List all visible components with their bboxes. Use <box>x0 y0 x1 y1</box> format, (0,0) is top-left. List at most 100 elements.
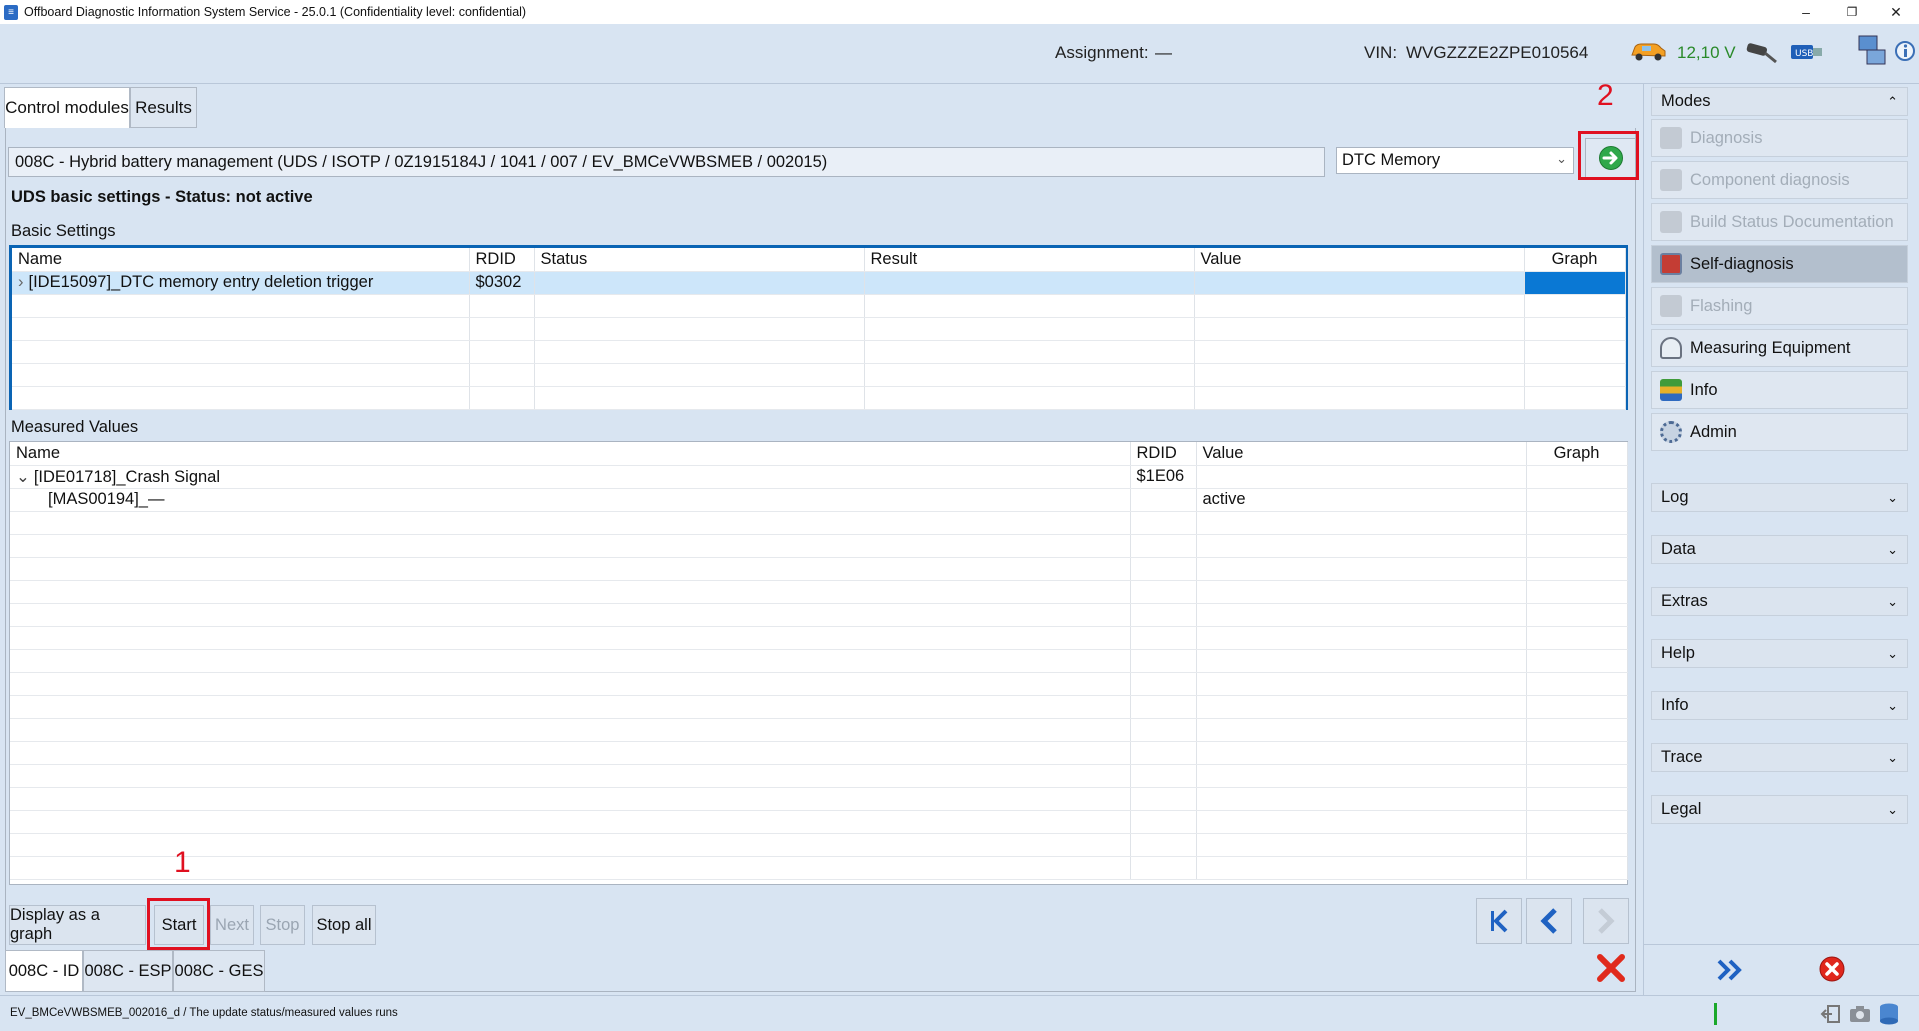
mode-measuring-equipment[interactable]: Measuring Equipment <box>1651 329 1908 367</box>
measured-values-label: Measured Values <box>11 418 139 436</box>
arrow-right-icon <box>1598 908 1615 934</box>
table-row-empty <box>10 741 1628 765</box>
gear-icon <box>1660 421 1682 443</box>
status-text: EV_BMCeVWBSMEB_002016_d / The update sta… <box>10 1007 398 1019</box>
modes-header[interactable]: Modes ⌃ <box>1651 87 1908 116</box>
table-row-empty <box>10 764 1628 788</box>
section-legal[interactable]: Legal ⌄ <box>1651 795 1908 824</box>
table-row-empty <box>10 534 1628 558</box>
basic-settings-label: Basic Settings <box>11 222 116 240</box>
expand-arrow-icon[interactable]: › <box>18 273 24 291</box>
section-info[interactable]: Info ⌄ <box>1651 691 1908 720</box>
table-row[interactable]: › [IDE15097]_DTC memory entry deletion tr… <box>12 271 1626 295</box>
close-window-button[interactable]: ✕ <box>1873 0 1919 24</box>
rdid-cell: $1E06 <box>1130 465 1197 489</box>
control-module-field[interactable]: 008C - Hybrid battery management (UDS / … <box>8 147 1325 177</box>
table-row-empty <box>10 672 1628 696</box>
double-chevron-right-icon <box>1717 959 1742 981</box>
sidebar-footer <box>1643 944 1919 995</box>
close-module-button[interactable] <box>1595 952 1627 986</box>
logout-icon[interactable] <box>1820 1004 1842 1027</box>
chevron-down-icon: ⌄ <box>1887 645 1898 661</box>
table-header-row: Name RDID Status Result Value Graph <box>12 248 1626 272</box>
annotation-highlight-start <box>147 898 210 950</box>
exit-button[interactable] <box>1818 955 1850 987</box>
column-header[interactable]: Value <box>1196 442 1527 466</box>
tab-control-modules[interactable]: Control modules <box>4 87 130 128</box>
column-header[interactable]: Graph <box>1526 442 1628 466</box>
table-row[interactable]: ⌄ [IDE01718]_Crash Signal $1E06 <box>10 465 1628 489</box>
assignment-label: Assignment: <box>1055 43 1149 62</box>
info-icon[interactable] <box>1894 40 1916 69</box>
annotation-highlight-go <box>1578 131 1639 180</box>
section-extras[interactable]: Extras ⌄ <box>1651 587 1908 616</box>
section-help[interactable]: Help ⌄ <box>1651 639 1908 668</box>
flash-icon <box>1660 295 1682 317</box>
mode-admin[interactable]: Admin <box>1651 413 1908 451</box>
display-as-graph-button[interactable]: Display as a graph <box>9 905 146 945</box>
section-data[interactable]: Data ⌄ <box>1651 535 1908 564</box>
table-row-empty <box>10 603 1628 627</box>
section-log[interactable]: Log ⌄ <box>1651 483 1908 512</box>
next-page-button[interactable] <box>1583 898 1629 944</box>
mode-info[interactable]: Info <box>1651 371 1908 409</box>
table-row-empty <box>12 386 1626 410</box>
assignment-value: — <box>1155 43 1172 62</box>
book-icon <box>1660 253 1682 275</box>
mode-component-diagnosis[interactable]: Component diagnosis <box>1651 161 1908 199</box>
forward-button[interactable] <box>1710 952 1750 988</box>
column-header[interactable]: Result <box>864 248 1195 272</box>
database-icon[interactable] <box>1878 1002 1900 1029</box>
window-title-bar: ≡ Offboard Diagnostic Information System… <box>0 0 1919 24</box>
column-header[interactable]: Name <box>10 442 1131 466</box>
column-header[interactable]: Graph <box>1524 248 1626 272</box>
column-header[interactable]: Value <box>1194 248 1525 272</box>
red-x-icon <box>1597 954 1625 982</box>
network-computer-icon <box>1857 34 1889 73</box>
first-page-button[interactable] <box>1476 898 1522 944</box>
window-title: Offboard Diagnostic Information System S… <box>24 5 527 19</box>
vin-value: WVGZZZE2ZPE010564 <box>1406 43 1589 62</box>
chevron-up-icon: ⌃ <box>1887 93 1898 109</box>
function-dropdown[interactable]: DTC Memory ⌄ <box>1336 147 1574 174</box>
column-header[interactable]: Name <box>12 248 470 272</box>
bottom-tab-ges[interactable]: 008C - GES <box>173 950 265 992</box>
mode-flashing[interactable]: Flashing <box>1651 287 1908 325</box>
result-cell <box>864 271 1195 295</box>
mode-self-diagnosis[interactable]: Self-diagnosis <box>1651 245 1908 283</box>
battery-voltage: 12,10 V <box>1677 43 1736 62</box>
bottom-tab-esp[interactable]: 008C - ESP <box>83 950 173 992</box>
graph-cell[interactable] <box>1526 465 1628 489</box>
table-row-empty <box>10 649 1628 673</box>
column-header[interactable]: RDID <box>1130 442 1197 466</box>
table-row-empty <box>10 557 1628 581</box>
basic-settings-table: Name RDID Status Result Value Graph › [ID… <box>12 248 1626 410</box>
column-header[interactable]: Status <box>534 248 865 272</box>
vehicle-icon <box>1628 37 1668 68</box>
minimize-button[interactable]: – <box>1783 0 1829 24</box>
usb-icon: USB <box>1790 41 1824 68</box>
status-cell <box>534 271 865 295</box>
next-button[interactable]: Next <box>210 905 254 945</box>
previous-button[interactable] <box>1526 898 1572 944</box>
camera-icon[interactable] <box>1848 1004 1872 1027</box>
stop-all-button[interactable]: Stop all <box>312 905 376 945</box>
table-row-empty <box>12 340 1626 364</box>
section-trace[interactable]: Trace ⌄ <box>1651 743 1908 772</box>
mode-diagnosis[interactable]: Diagnosis <box>1651 119 1908 157</box>
arrow-left-icon <box>1540 908 1557 934</box>
tab-results[interactable]: Results <box>130 87 197 128</box>
graph-cell[interactable] <box>1526 488 1628 512</box>
name-cell: ⌄ [IDE01718]_Crash Signal <box>10 465 1131 489</box>
table-row-empty <box>12 294 1626 318</box>
column-header[interactable]: RDID <box>469 248 535 272</box>
graph-cell[interactable] <box>1524 271 1626 295</box>
stethoscope-icon <box>1660 127 1682 149</box>
stop-button[interactable]: Stop <box>260 905 305 945</box>
collapse-arrow-icon[interactable]: ⌄ <box>16 468 30 486</box>
bottom-tab-id[interactable]: 008C - ID <box>5 950 83 992</box>
annotation-marker-1: 1 <box>174 846 191 879</box>
mode-build-status-documentation[interactable]: Build Status Documentation <box>1651 203 1908 241</box>
restore-button[interactable]: ❐ <box>1829 0 1875 24</box>
table-row[interactable]: [MAS00194]_— active <box>10 488 1628 512</box>
